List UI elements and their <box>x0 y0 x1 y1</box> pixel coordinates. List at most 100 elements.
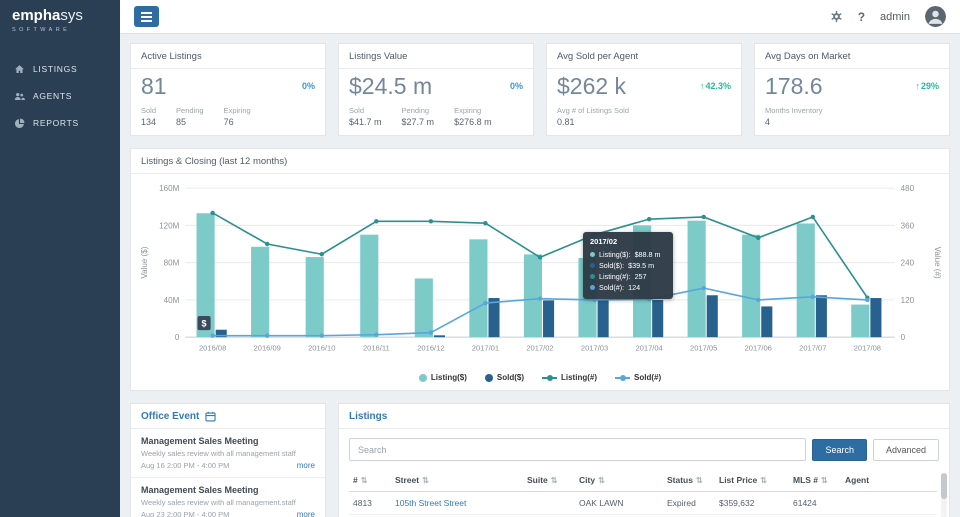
cell-suite <box>523 491 575 516</box>
help-button[interactable]: ? <box>858 10 865 24</box>
legend-item-sold-dollar[interactable]: Sold($) <box>484 373 524 382</box>
svg-text:2017/06: 2017/06 <box>745 343 772 352</box>
event-more-link[interactable]: more <box>297 510 315 517</box>
logo-text: emphasys <box>12 7 108 25</box>
scrollbar-thumb[interactable] <box>941 473 947 500</box>
sort-icon[interactable] <box>598 476 605 485</box>
sidebar-item-label: REPORTS <box>33 118 79 128</box>
advanced-button[interactable]: Advanced <box>872 438 939 461</box>
svg-text:120: 120 <box>901 296 915 305</box>
legend-line-icon <box>615 374 630 381</box>
legend-swatch-icon <box>418 373 427 382</box>
listings-search-row: Search Advanced <box>339 429 949 469</box>
kpi-delta-up: 29% <box>915 81 939 91</box>
svg-text:360: 360 <box>901 221 915 230</box>
series-dot-icon <box>590 273 595 279</box>
kpi-stat: Sold 134 <box>141 105 157 127</box>
sidebar-menu: LISTINGS AGENTS REPORTS <box>0 56 120 137</box>
cell-list-price: $359,632 <box>715 491 789 516</box>
topbar: ? admin <box>120 0 960 34</box>
svg-text:2017/01: 2017/01 <box>472 343 499 352</box>
column-header-num[interactable]: # <box>349 469 391 493</box>
legend-line-icon <box>542 374 557 381</box>
street-link[interactable]: 105th Street Street <box>395 498 466 508</box>
column-header-street[interactable]: Street <box>391 469 523 493</box>
event-title: Management Sales Meeting <box>141 436 259 447</box>
tooltip-row: Listing(#): 257 <box>590 271 666 282</box>
kpi-delta: 0% <box>509 81 523 91</box>
column-header-status[interactable]: Status <box>663 469 715 493</box>
gear-icon <box>831 10 842 23</box>
column-header-suite[interactable]: Suite <box>523 469 575 493</box>
column-header-city[interactable]: City <box>575 469 663 493</box>
kpi-delta-up: 42.3% <box>700 81 731 91</box>
table-scrollbar[interactable] <box>941 473 947 517</box>
svg-text:2017/05: 2017/05 <box>690 343 717 352</box>
event-item: Management Sales Meeting Weekly sales re… <box>131 478 325 517</box>
kpi-stat: Pending 85 <box>176 105 204 127</box>
tooltip-title: 2017/02 <box>590 236 618 246</box>
event-more-link[interactable]: more <box>297 461 315 470</box>
svg-text:240: 240 <box>901 258 915 267</box>
column-header-agent[interactable]: Agent <box>841 469 937 493</box>
office-event-title: Office Event <box>141 411 200 423</box>
svg-text:40M: 40M <box>164 296 180 305</box>
cell-mls: 61424 <box>789 491 841 516</box>
svg-text:2017/07: 2017/07 <box>799 343 826 352</box>
menu-toggle-button[interactable] <box>134 6 159 27</box>
sort-icon[interactable] <box>760 476 767 485</box>
topbar-right: ? admin <box>830 6 946 27</box>
app-logo[interactable]: emphasys SOFTWARE <box>0 0 120 40</box>
chart-area[interactable]: 0 0 40M 120 80M 240 120M 360 160M 480 Value ($) Val… <box>131 174 949 371</box>
sidebar-item-listings[interactable]: LISTINGS <box>0 56 120 83</box>
svg-text:Value ($): Value ($) <box>140 246 149 278</box>
sidebar-item-agents[interactable]: AGENTS <box>0 83 120 110</box>
legend-item-listing-count[interactable]: Listing(#) <box>542 373 597 382</box>
sort-icon[interactable] <box>361 476 368 485</box>
sort-icon[interactable] <box>422 476 429 485</box>
sort-icon[interactable] <box>696 476 703 485</box>
legend-item-listing-dollar[interactable]: Listing($) <box>418 373 467 382</box>
search-button[interactable]: Search <box>812 438 867 461</box>
user-avatar-icon <box>925 6 946 27</box>
svg-text:2016/09: 2016/09 <box>254 343 281 352</box>
column-header-mls[interactable]: MLS # <box>789 469 841 493</box>
search-input[interactable] <box>349 438 807 462</box>
svg-text:80M: 80M <box>164 258 180 267</box>
logo-light: sys <box>60 7 83 24</box>
event-description: Weekly sales review with all management … <box>141 449 296 459</box>
sidebar-item-reports[interactable]: REPORTS <box>0 110 120 137</box>
event-time: Aug 16 2:00 PM - 4:00 PM <box>141 461 230 471</box>
event-item: Management Sales Meeting Weekly sales re… <box>131 429 325 479</box>
svg-text:2017/08: 2017/08 <box>854 343 881 352</box>
svg-text:2017/04: 2017/04 <box>635 343 662 352</box>
svg-text:2016/08: 2016/08 <box>199 343 226 352</box>
kpi-stat: Pending $27.7 m <box>401 105 435 127</box>
tooltip-row: Sold($): $39.5 m <box>590 260 666 271</box>
sidebar-item-label: AGENTS <box>33 91 73 101</box>
user-menu[interactable]: admin <box>880 11 910 23</box>
home-icon <box>15 64 24 73</box>
column-header-list-price[interactable]: List Price <box>715 469 789 493</box>
tooltip-row: Sold(#): 124 <box>590 282 666 293</box>
listings-title: Listings <box>339 404 949 430</box>
table-row[interactable]: 4813 105th Street Street OAK LAWN Expire… <box>349 491 937 516</box>
svg-text:0: 0 <box>175 333 180 342</box>
main-content: Active Listings 81 0% Sold 134 Pending 85 … <box>120 34 960 517</box>
sort-icon[interactable] <box>551 476 558 485</box>
kpi-row: Active Listings 81 0% Sold 134 Pending 85 … <box>130 43 950 136</box>
settings-button[interactable] <box>830 10 843 23</box>
legend-item-sold-count[interactable]: Sold(#) <box>615 373 661 382</box>
logo-subtitle: SOFTWARE <box>12 26 71 33</box>
listings-card: Listings Search Advanced # Street Suite … <box>338 403 950 517</box>
svg-text:2016/10: 2016/10 <box>308 343 335 352</box>
svg-text:160M: 160M <box>159 184 179 193</box>
kpi-title: Avg Days on Market <box>755 44 949 69</box>
sort-icon[interactable] <box>821 476 828 485</box>
kpi-delta: 0% <box>301 81 315 91</box>
kpi-value: 81 <box>141 73 167 99</box>
cell-num: 4813 <box>349 491 391 516</box>
avatar[interactable] <box>925 6 946 27</box>
chart-tooltip: 2017/02 Listing($): $88.8 m Sold($): $39.5… <box>583 231 673 300</box>
combo-chart[interactable]: 0 0 40M 120 80M 240 120M 360 160M 480 Value ($) Val… <box>137 178 943 371</box>
